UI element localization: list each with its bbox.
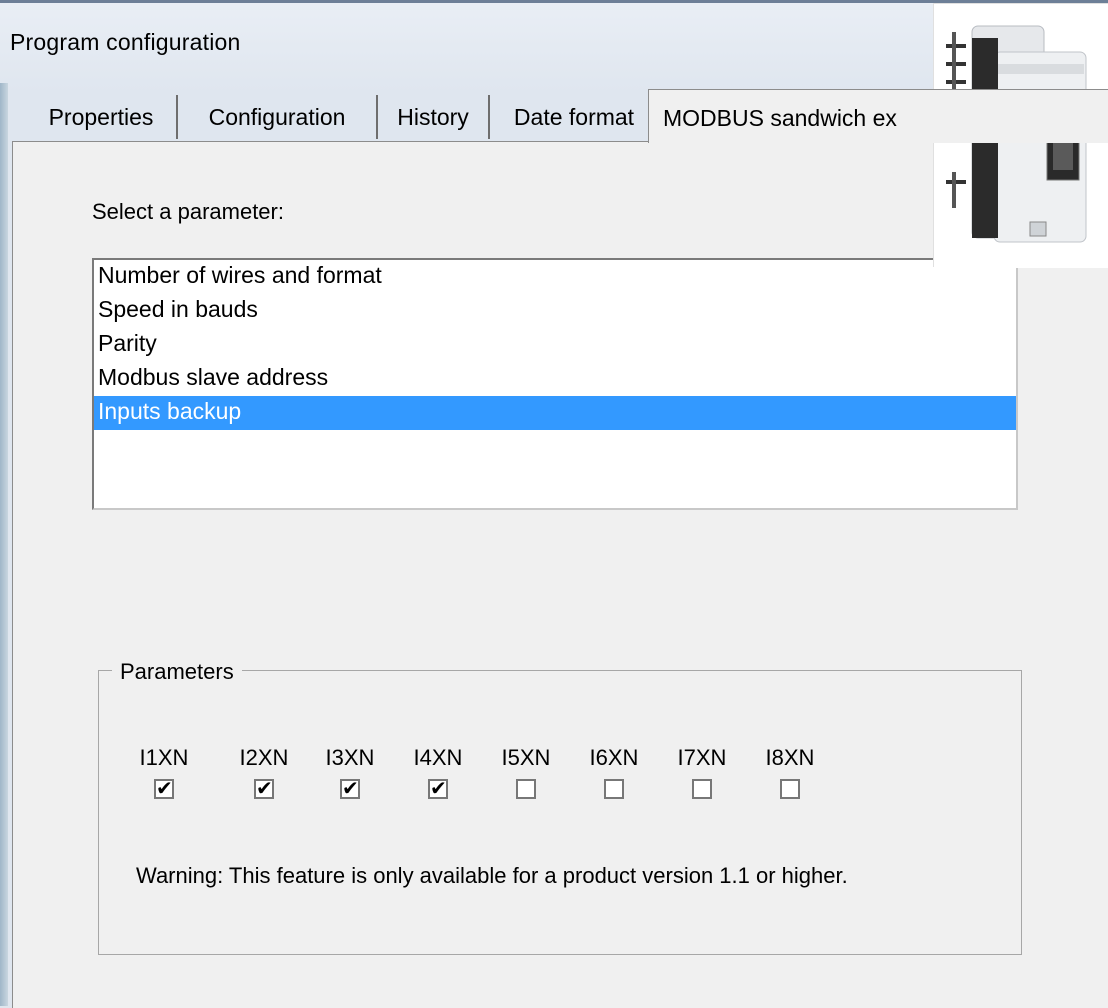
input-checkbox[interactable]: [780, 779, 800, 799]
parameters-group-title: Parameters: [112, 659, 242, 685]
input-option: I7XN: [662, 743, 742, 799]
list-item[interactable]: Speed in bauds: [94, 294, 1016, 328]
input-label: I2XN: [239, 745, 289, 770]
list-item[interactable]: Number of wires and format: [94, 260, 1016, 294]
list-item-selected[interactable]: Inputs backup: [94, 396, 1016, 430]
tab-properties[interactable]: Properties: [26, 95, 178, 139]
parameters-groupbox: [98, 670, 1022, 955]
select-parameter-label: Select a parameter:: [92, 199, 284, 224]
parameter-listbox[interactable]: Number of wires and format Speed in baud…: [92, 258, 1018, 510]
input-option: I3XN: [310, 743, 390, 801]
input-option: I4XN: [398, 743, 478, 801]
input-checkbox[interactable]: [154, 776, 174, 801]
input-checkbox[interactable]: [604, 779, 624, 799]
input-option: I6XN: [574, 743, 654, 799]
input-checkbox[interactable]: [428, 776, 448, 801]
input-option: I2XN: [224, 743, 304, 801]
window-title: Program configuration: [10, 29, 241, 55]
input-label: I1XN: [139, 745, 189, 770]
input-label: I3XN: [325, 745, 375, 770]
window-left-border: [0, 83, 8, 1006]
input-label: I7XN: [677, 745, 727, 770]
input-option: I5XN: [486, 743, 566, 799]
version-warning: Warning: This feature is only available …: [136, 863, 848, 888]
program-configuration-window: Program configuration Properties Configu…: [0, 0, 1108, 1008]
list-item[interactable]: Modbus slave address: [94, 362, 1016, 396]
input-checkbox[interactable]: [516, 779, 536, 799]
tab-history[interactable]: History: [378, 95, 490, 139]
input-label: I8XN: [765, 745, 815, 770]
input-option: I1XN: [124, 743, 204, 801]
tab-configuration[interactable]: Configuration: [178, 95, 378, 139]
input-label: I4XN: [413, 745, 463, 770]
tab-strip: Properties Configuration History Date fo…: [26, 89, 1108, 143]
input-checkbox[interactable]: [692, 779, 712, 799]
input-label: I6XN: [589, 745, 639, 770]
input-checkbox[interactable]: [254, 776, 274, 801]
input-label: I5XN: [501, 745, 551, 770]
tab-modbus-sandwich[interactable]: MODBUS sandwich ex: [648, 89, 1108, 143]
input-checkbox[interactable]: [340, 776, 360, 801]
tab-date-format[interactable]: Date format: [490, 95, 658, 139]
list-item[interactable]: Parity: [94, 328, 1016, 362]
input-option: I8XN: [750, 743, 830, 799]
